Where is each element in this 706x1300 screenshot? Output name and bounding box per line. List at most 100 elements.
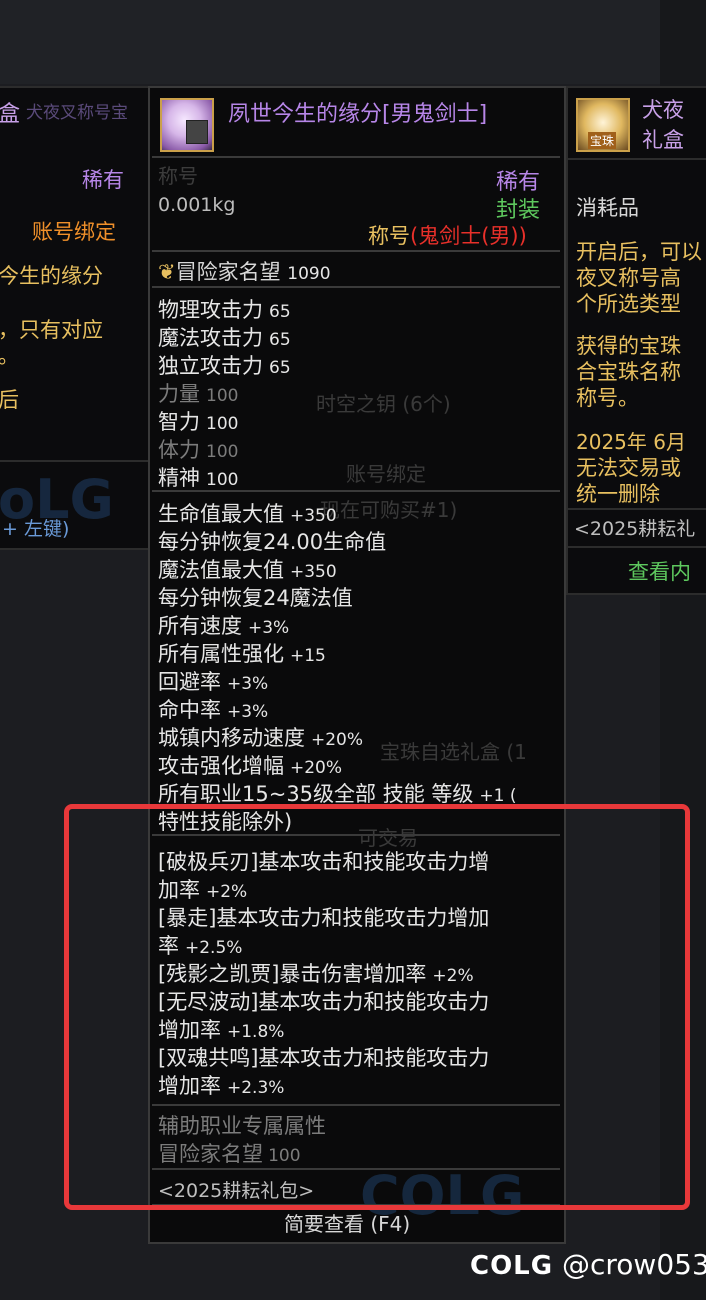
left-rarity: 稀有 — [82, 168, 124, 192]
base-stat-label: 精神 — [158, 466, 200, 490]
left-line-3: 。 — [0, 344, 19, 368]
base-stat-label: 体力 — [158, 438, 200, 462]
right-divider-3 — [568, 546, 706, 548]
brief-view-button[interactable]: 简要查看 (F4) — [284, 1208, 410, 1237]
base-stat-value: 100 — [206, 414, 239, 434]
ghost-bind: 账号绑定 — [346, 462, 426, 486]
base-stat-row: 智力 100 — [158, 406, 238, 436]
base-stat-value: 65 — [269, 302, 291, 322]
left-line-1: 今生的缘分 — [0, 264, 103, 288]
bonus-stat-row: 攻击强化增幅 +20% — [158, 750, 342, 780]
base-stat-row: 独立攻击力 65 — [158, 350, 291, 380]
right-type: 消耗品 — [576, 196, 639, 220]
fame-row: ❦冒险家名望 1090 — [158, 256, 331, 286]
bonus-stat-label: 所有职业15~35级全部 技能 等级 — [158, 782, 474, 806]
bonus-stat-value: +20% — [290, 758, 343, 778]
left-divider — [0, 460, 148, 462]
bonus-stat-label: 城镇内移动速度 — [158, 726, 305, 750]
right-desc-3: 个所选类型 — [576, 292, 681, 316]
item-icon — [160, 98, 214, 152]
right-item-tooltip: 宝珠 犬夜 礼盒 消耗品 开启后，可以 夜叉称号高 个所选类型 获得的宝珠 合宝… — [566, 86, 706, 595]
bonus-stat-row: 命中率 +3% — [158, 694, 268, 724]
left-binding: 账号绑定 — [32, 220, 116, 244]
base-stat-label: 智力 — [158, 410, 200, 434]
bonus-stat-label: 所有属性强化 — [158, 642, 284, 666]
class-restriction-value: (鬼剑士(男)) — [410, 224, 527, 248]
divider-2 — [152, 286, 560, 288]
divider-1 — [152, 250, 560, 252]
bonus-stat-label: 攻击强化增幅 — [158, 754, 284, 778]
class-restriction-prefix: 称号 — [368, 224, 410, 248]
fame-label: 冒险家名望 — [175, 260, 281, 284]
right-divider-1 — [568, 158, 706, 160]
bonus-stat-row: 城镇内移动速度 +20% — [158, 722, 363, 752]
base-stat-row: 物理攻击力 65 — [158, 294, 291, 324]
left-hint: + 左键) — [2, 518, 70, 540]
right-item-icon: 宝珠 — [576, 98, 630, 152]
left-item-title: 盒 — [0, 102, 21, 127]
item-title: 夙世今生的缘分[男鬼剑士] — [228, 102, 488, 127]
watermark-handle: @crow0530 — [562, 1248, 706, 1281]
class-restriction: 称号(鬼剑士(男)) — [368, 220, 527, 250]
highlight-box — [64, 804, 690, 1210]
bonus-stat-value: +350 — [290, 562, 337, 582]
bonus-stat-label: 所有速度 — [158, 614, 242, 638]
right-source: <2025耕耘礼 — [574, 518, 696, 540]
base-stat-value: 65 — [269, 330, 291, 350]
bonus-stat-label: 每分钟恢复24魔法值 — [158, 586, 353, 610]
bonus-stat-value: +20% — [311, 730, 364, 750]
base-stat-row: 魔法攻击力 65 — [158, 322, 291, 352]
base-stat-value: 65 — [269, 358, 291, 378]
fame-icon: ❦ — [158, 260, 176, 284]
ghost-chest: 宝珠自选礼盒 (1 — [380, 740, 527, 764]
right-view-contents-button[interactable]: 查看内 — [628, 556, 691, 586]
bonus-stat-row: 回避率 +3% — [158, 666, 268, 696]
bonus-stat-row: 所有速度 +3% — [158, 610, 289, 640]
item-category: 称号 — [158, 164, 198, 188]
right-title-2: 礼盒 — [642, 128, 684, 152]
bonus-stat-row: 每分钟恢复24魔法值 — [158, 582, 353, 612]
header-divider — [152, 156, 560, 158]
divider-3 — [152, 490, 560, 492]
right-date-3: 统一删除 — [576, 482, 660, 506]
left-item-tooltip: 盒 犬夜叉称号宝 稀有 账号绑定 今生的缘分 ，只有对应 。 后 oLG + 左… — [0, 86, 150, 550]
bonus-stat-value: +3% — [227, 674, 269, 694]
bonus-stat-value: +3% — [248, 618, 290, 638]
ghost-exchange: 现在可购买#1) — [320, 498, 458, 522]
left-faint-line: 犬夜叉称号宝 — [26, 103, 128, 123]
base-stat-label: 力量 — [158, 382, 200, 406]
base-stat-value: 100 — [206, 386, 239, 406]
bonus-stat-row: 魔法值最大值 +350 — [158, 554, 337, 584]
ghost-slot-name: 时空之钥 (6个) — [316, 392, 451, 416]
left-line-4: 后 — [0, 388, 19, 412]
bonus-stat-value: +1 ( — [479, 786, 517, 806]
item-weight: 0.001kg — [158, 194, 236, 216]
right-title-1: 犬夜 — [642, 98, 684, 122]
top-bar — [0, 0, 706, 84]
right-item-badge: 宝珠 — [588, 132, 617, 149]
right-divider-2 — [568, 508, 706, 510]
bonus-stat-row: 每分钟恢复24.00生命值 — [158, 526, 386, 556]
bonus-stat-value: +350 — [290, 506, 337, 526]
base-stat-label: 物理攻击力 — [158, 298, 263, 322]
bonus-stat-row: 生命值最大值 +350 — [158, 498, 337, 528]
bonus-stat-label: 回避率 — [158, 670, 221, 694]
base-stat-label: 魔法攻击力 — [158, 326, 263, 350]
base-stat-row: 精神 100 — [158, 462, 238, 492]
right-date-1: 2025年 6月 — [576, 430, 686, 454]
bonus-stat-value: +3% — [227, 702, 269, 722]
bonus-stat-label: 生命值最大值 — [158, 502, 284, 526]
bonus-stat-label: 魔法值最大值 — [158, 558, 284, 582]
bonus-stat-value: +15 — [290, 646, 326, 666]
base-stat-label: 独立攻击力 — [158, 354, 263, 378]
base-stat-value: 100 — [206, 442, 239, 462]
base-stat-row: 体力 100 — [158, 434, 238, 464]
watermark-logo: COLG — [470, 1251, 554, 1281]
base-stat-row: 力量 100 — [158, 378, 238, 408]
bonus-stat-label: 每分钟恢复24.00生命值 — [158, 530, 387, 554]
bonus-stat-label: 命中率 — [158, 698, 221, 722]
image-watermark: COLG @crow0530 — [470, 1248, 706, 1281]
right-desc-6: 称号。 — [576, 386, 639, 410]
base-stat-value: 100 — [206, 470, 239, 490]
fame-value: 1090 — [287, 264, 331, 284]
